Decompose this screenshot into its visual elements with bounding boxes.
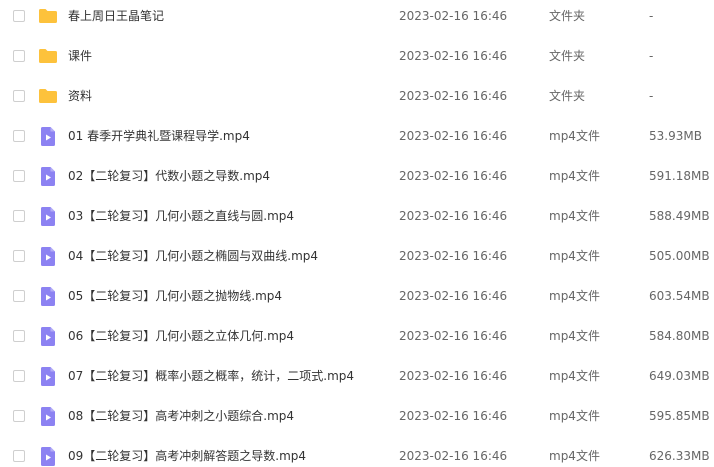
file-size: 591.18MB bbox=[649, 169, 710, 183]
file-name[interactable]: 09【二轮复习】高考冲刺解答题之导数.mp4 bbox=[68, 448, 306, 464]
file-row[interactable]: 02【二轮复习】代数小题之导数.mp4 2023-02-16 16:46 mp4… bbox=[0, 160, 714, 200]
row-checkbox[interactable] bbox=[13, 170, 25, 182]
row-checkbox[interactable] bbox=[13, 90, 25, 102]
video-file-icon bbox=[38, 326, 58, 346]
file-name[interactable]: 04【二轮复习】几何小题之椭圆与双曲线.mp4 bbox=[68, 248, 318, 264]
video-file-icon bbox=[38, 166, 58, 186]
file-name[interactable]: 07【二轮复习】概率小题之概率，统计，二项式.mp4 bbox=[68, 368, 354, 384]
row-checkbox[interactable] bbox=[13, 10, 25, 22]
modified-time: 2023-02-16 16:46 bbox=[399, 169, 508, 183]
folder-icon bbox=[38, 46, 58, 66]
file-row[interactable]: 资料 2023-02-16 16:46 文件夹 - bbox=[0, 80, 714, 120]
modified-time: 2023-02-16 16:46 bbox=[399, 369, 508, 383]
video-file-icon bbox=[38, 446, 58, 466]
video-file-icon bbox=[38, 286, 58, 306]
file-list: 春上周日王晶笔记 2023-02-16 16:46 文件夹 - 课件 2023-… bbox=[0, 0, 714, 467]
file-type: 文件夹 bbox=[549, 89, 586, 103]
file-size: 584.80MB bbox=[649, 329, 710, 343]
file-row[interactable]: 09【二轮复习】高考冲刺解答题之导数.mp4 2023-02-16 16:46 … bbox=[0, 440, 714, 467]
modified-time: 2023-02-16 16:46 bbox=[399, 449, 508, 463]
row-checkbox[interactable] bbox=[13, 250, 25, 262]
file-row[interactable]: 春上周日王晶笔记 2023-02-16 16:46 文件夹 - bbox=[0, 0, 714, 40]
file-row[interactable]: 06【二轮复习】几何小题之立体几何.mp4 2023-02-16 16:46 m… bbox=[0, 320, 714, 360]
row-checkbox[interactable] bbox=[13, 50, 25, 62]
modified-time: 2023-02-16 16:46 bbox=[399, 129, 508, 143]
file-size: 53.93MB bbox=[649, 129, 702, 143]
row-checkbox[interactable] bbox=[13, 290, 25, 302]
video-file-icon bbox=[38, 246, 58, 266]
file-row[interactable]: 08【二轮复习】高考冲刺之小题综合.mp4 2023-02-16 16:46 m… bbox=[0, 400, 714, 440]
file-size: 603.54MB bbox=[649, 289, 710, 303]
file-name[interactable]: 06【二轮复习】几何小题之立体几何.mp4 bbox=[68, 328, 294, 344]
file-type: mp4文件 bbox=[549, 209, 600, 223]
file-name[interactable]: 02【二轮复习】代数小题之导数.mp4 bbox=[68, 168, 270, 184]
file-type: mp4文件 bbox=[549, 169, 600, 183]
file-row[interactable]: 07【二轮复习】概率小题之概率，统计，二项式.mp4 2023-02-16 16… bbox=[0, 360, 714, 400]
file-type: mp4文件 bbox=[549, 249, 600, 263]
file-type: mp4文件 bbox=[549, 289, 600, 303]
file-name[interactable]: 03【二轮复习】几何小题之直线与圆.mp4 bbox=[68, 208, 294, 224]
file-size: - bbox=[649, 89, 654, 103]
file-row[interactable]: 课件 2023-02-16 16:46 文件夹 - bbox=[0, 40, 714, 80]
row-checkbox[interactable] bbox=[13, 130, 25, 142]
file-row[interactable]: 05【二轮复习】几何小题之抛物线.mp4 2023-02-16 16:46 mp… bbox=[0, 280, 714, 320]
file-type: mp4文件 bbox=[549, 329, 600, 343]
modified-time: 2023-02-16 16:46 bbox=[399, 89, 508, 103]
file-size: 505.00MB bbox=[649, 249, 710, 263]
modified-time: 2023-02-16 16:46 bbox=[399, 409, 508, 423]
folder-icon bbox=[38, 86, 58, 106]
video-file-icon bbox=[38, 366, 58, 386]
file-name[interactable]: 春上周日王晶笔记 bbox=[68, 8, 164, 24]
file-size: - bbox=[649, 49, 654, 63]
file-type: mp4文件 bbox=[549, 129, 600, 143]
file-row[interactable]: 03【二轮复习】几何小题之直线与圆.mp4 2023-02-16 16:46 m… bbox=[0, 200, 714, 240]
modified-time: 2023-02-16 16:46 bbox=[399, 209, 508, 223]
modified-time: 2023-02-16 16:46 bbox=[399, 289, 508, 303]
modified-time: 2023-02-16 16:46 bbox=[399, 49, 508, 63]
folder-icon bbox=[38, 6, 58, 26]
file-size: 595.85MB bbox=[649, 409, 710, 423]
file-type: mp4文件 bbox=[549, 369, 600, 383]
row-checkbox[interactable] bbox=[13, 410, 25, 422]
modified-time: 2023-02-16 16:46 bbox=[399, 9, 508, 23]
file-name[interactable]: 课件 bbox=[68, 48, 92, 64]
row-checkbox[interactable] bbox=[13, 370, 25, 382]
file-name[interactable]: 08【二轮复习】高考冲刺之小题综合.mp4 bbox=[68, 408, 294, 424]
file-name[interactable]: 资料 bbox=[68, 88, 92, 104]
file-size: 626.33MB bbox=[649, 449, 710, 463]
row-checkbox[interactable] bbox=[13, 330, 25, 342]
file-type: mp4文件 bbox=[549, 409, 600, 423]
file-row[interactable]: 01 春季开学典礼暨课程导学.mp4 2023-02-16 16:46 mp4文… bbox=[0, 120, 714, 160]
file-name[interactable]: 01 春季开学典礼暨课程导学.mp4 bbox=[68, 128, 250, 144]
file-size: - bbox=[649, 9, 654, 23]
file-name[interactable]: 05【二轮复习】几何小题之抛物线.mp4 bbox=[68, 288, 282, 304]
row-checkbox[interactable] bbox=[13, 210, 25, 222]
modified-time: 2023-02-16 16:46 bbox=[399, 329, 508, 343]
modified-time: 2023-02-16 16:46 bbox=[399, 249, 508, 263]
video-file-icon bbox=[38, 126, 58, 146]
file-row[interactable]: 04【二轮复习】几何小题之椭圆与双曲线.mp4 2023-02-16 16:46… bbox=[0, 240, 714, 280]
video-file-icon bbox=[38, 406, 58, 426]
file-size: 588.49MB bbox=[649, 209, 710, 223]
file-type: mp4文件 bbox=[549, 449, 600, 463]
file-type: 文件夹 bbox=[549, 49, 586, 63]
row-checkbox[interactable] bbox=[13, 450, 25, 462]
file-type: 文件夹 bbox=[549, 9, 586, 23]
file-size: 649.03MB bbox=[649, 369, 710, 383]
video-file-icon bbox=[38, 206, 58, 226]
